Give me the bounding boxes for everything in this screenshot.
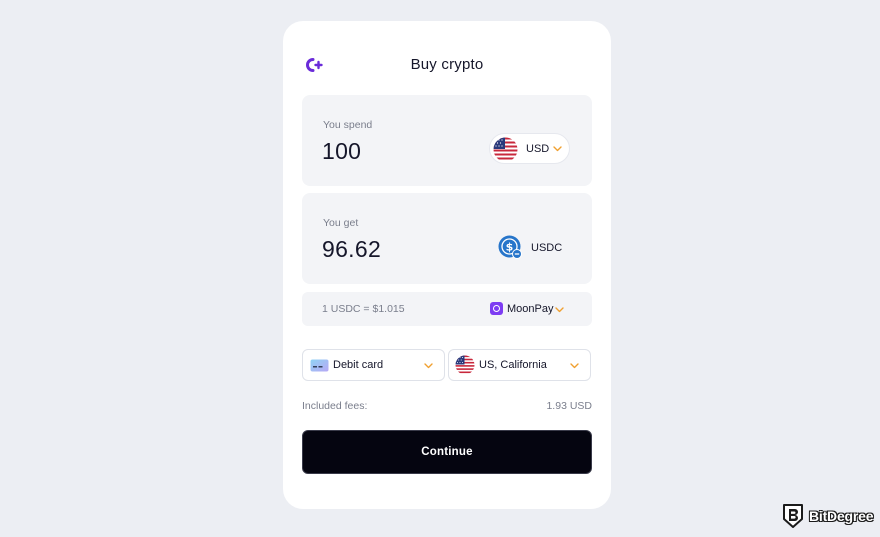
spend-currency-code: USD [526,143,550,155]
spend-currency-selector[interactable]: USD [489,133,570,164]
bitdegree-shield-icon [783,504,803,528]
credit-card-icon [310,359,329,372]
spend-amount-input[interactable]: 100 [322,138,361,165]
exchange-rate-text: 1 USDC = $1.015 [322,303,405,315]
exchange-rate-row: 1 USDC = $1.015 MoonPay [302,292,592,326]
spend-panel: You spend 100 USD [302,95,592,186]
widget-title: Buy crypto [410,56,484,73]
usdc-coin-icon: $ [498,235,522,259]
chevron-down-icon [553,146,562,152]
chevron-down-icon [424,363,433,369]
buy-crypto-widget: Buy crypto You spend 100 USD You get 96.… [283,21,611,509]
get-panel: You get 96.62 $ USDC [302,193,592,284]
bitdegree-watermark: BitDegree [782,503,877,529]
payment-method-value: Debit card [333,359,384,371]
watermark-brand: BitDegree [809,508,874,524]
payment-method-select[interactable]: Debit card [302,349,445,381]
us-flag-icon [455,355,475,375]
chevron-down-icon [570,363,579,369]
svg-text:$: $ [506,241,514,254]
region-select[interactable]: US, California [448,349,591,381]
moonpay-icon [490,302,503,315]
get-amount: 96.62 [322,236,382,262]
region-value: US, California [479,359,547,371]
chevron-down-icon[interactable] [555,307,564,313]
spend-label: You spend [323,119,373,131]
provider-selector[interactable]: MoonPay [507,303,553,315]
fees-label: Included fees: [302,400,368,412]
get-currency-code: USDC [531,242,563,254]
us-flag-icon [493,137,518,162]
fees-value: 1.93 USD [546,400,592,412]
get-label: You get [323,217,359,229]
continue-button[interactable]: Continue [302,430,592,474]
